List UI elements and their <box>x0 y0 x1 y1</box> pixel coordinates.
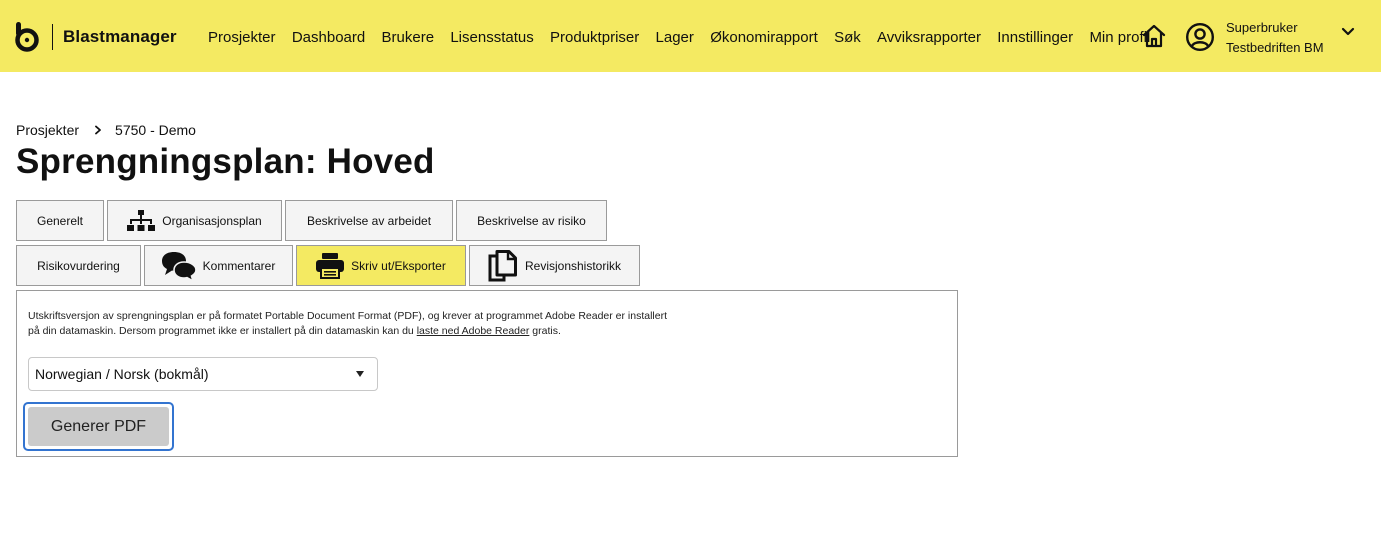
pdf-info-line-2: på din datamaskin. Dersom programmet ikk… <box>28 324 667 339</box>
blastmanager-logo-icon <box>15 22 39 52</box>
user-name: Superbruker <box>1226 20 1298 35</box>
pdf-info-text: Utskriftsversjon av sprengningsplan er p… <box>28 309 667 339</box>
generate-pdf-focus-ring: Generer PDF <box>23 402 174 451</box>
language-select[interactable]: Norwegian / Norsk (bokmål) <box>28 357 378 391</box>
nav-avviksrapporter[interactable]: Avviksrapporter <box>877 29 981 49</box>
tab-label: Beskrivelse av risiko <box>477 213 586 228</box>
download-adobe-reader-link[interactable]: laste ned Adobe Reader <box>417 325 530 337</box>
nav-prosjekter[interactable]: Prosjekter <box>208 29 276 49</box>
brand-divider <box>52 24 53 50</box>
tab-kommentarer[interactable]: Kommentarer <box>144 245 293 286</box>
export-panel: Utskriftsversjon av sprengningsplan er p… <box>16 290 958 457</box>
comments-icon <box>161 251 196 282</box>
chevron-down-icon[interactable] <box>1340 24 1356 40</box>
page-title: Sprengningsplan: Hoved <box>16 142 435 181</box>
nav-dashboard[interactable]: Dashboard <box>292 29 365 49</box>
nav-produktpriser[interactable]: Produktpriser <box>550 29 639 49</box>
nav-sok[interactable]: Søk <box>834 29 861 49</box>
pdf-info-line-1: Utskriftsversjon av sprengningsplan er p… <box>28 310 668 322</box>
user-company: Testbedriften BM <box>1226 40 1324 55</box>
documents-copy-icon <box>488 249 517 281</box>
home-icon[interactable] <box>1141 23 1167 49</box>
top-navigation-bar: Blastmanager Prosjekter Dashboard Bruker… <box>0 0 1381 72</box>
nav-innstillinger[interactable]: Innstillinger <box>997 29 1073 49</box>
pdf-info-text-pre: på din datamaskin. Dersom programmet ikk… <box>28 325 417 337</box>
chevron-right-icon <box>95 125 101 135</box>
language-select-value: Norwegian / Norsk (bokmål) <box>35 366 209 382</box>
tab-label: Kommentarer <box>202 258 276 273</box>
tab-revisjonshistorikk[interactable]: Revisjonshistorikk <box>469 245 640 286</box>
breadcrumb-current[interactable]: 5750 - Demo <box>115 122 196 138</box>
brand-name: Blastmanager <box>63 27 177 46</box>
brand[interactable]: Blastmanager <box>14 22 177 52</box>
dropdown-arrow-icon <box>356 371 364 377</box>
user-avatar-icon[interactable] <box>1185 22 1215 52</box>
tab-organisasjonsplan[interactable]: Organisasjonsplan <box>107 200 282 241</box>
main-nav: Prosjekter Dashboard Brukere Lisensstatu… <box>208 29 1167 49</box>
generate-pdf-button[interactable]: Generer PDF <box>28 407 169 446</box>
nav-brukere[interactable]: Brukere <box>382 29 435 49</box>
tab-label: Revisjonshistorikk <box>524 258 622 273</box>
nav-okonomirapport[interactable]: Økonomirapport <box>710 29 818 49</box>
printer-icon <box>316 252 345 279</box>
org-chart-icon <box>127 209 156 231</box>
tab-beskrivelse-risiko[interactable]: Beskrivelse av risiko <box>456 200 607 241</box>
tab-beskrivelse-arbeidet[interactable]: Beskrivelse av arbeidet <box>285 200 453 241</box>
nav-lager[interactable]: Lager <box>656 29 694 49</box>
breadcrumb-root[interactable]: Prosjekter <box>16 122 79 138</box>
pdf-info-text-post: gratis. <box>529 325 561 337</box>
tab-label: Risikovurdering <box>37 258 120 273</box>
tab-label: Skriv ut/Eksporter <box>351 258 446 273</box>
tab-label: Organisasjonsplan <box>162 213 262 228</box>
tab-label: Beskrivelse av arbeidet <box>306 213 432 228</box>
breadcrumb: Prosjekter 5750 - Demo <box>16 122 196 138</box>
tab-label: Generelt <box>36 213 84 228</box>
user-menu[interactable]: Superbruker Testbedriften BM <box>1226 18 1324 58</box>
tab-generelt[interactable]: Generelt <box>16 200 104 241</box>
tab-skriv-ut-eksporter[interactable]: Skriv ut/Eksporter <box>296 245 466 286</box>
nav-lisensstatus[interactable]: Lisensstatus <box>450 29 533 49</box>
tab-risikovurdering[interactable]: Risikovurdering <box>16 245 141 286</box>
